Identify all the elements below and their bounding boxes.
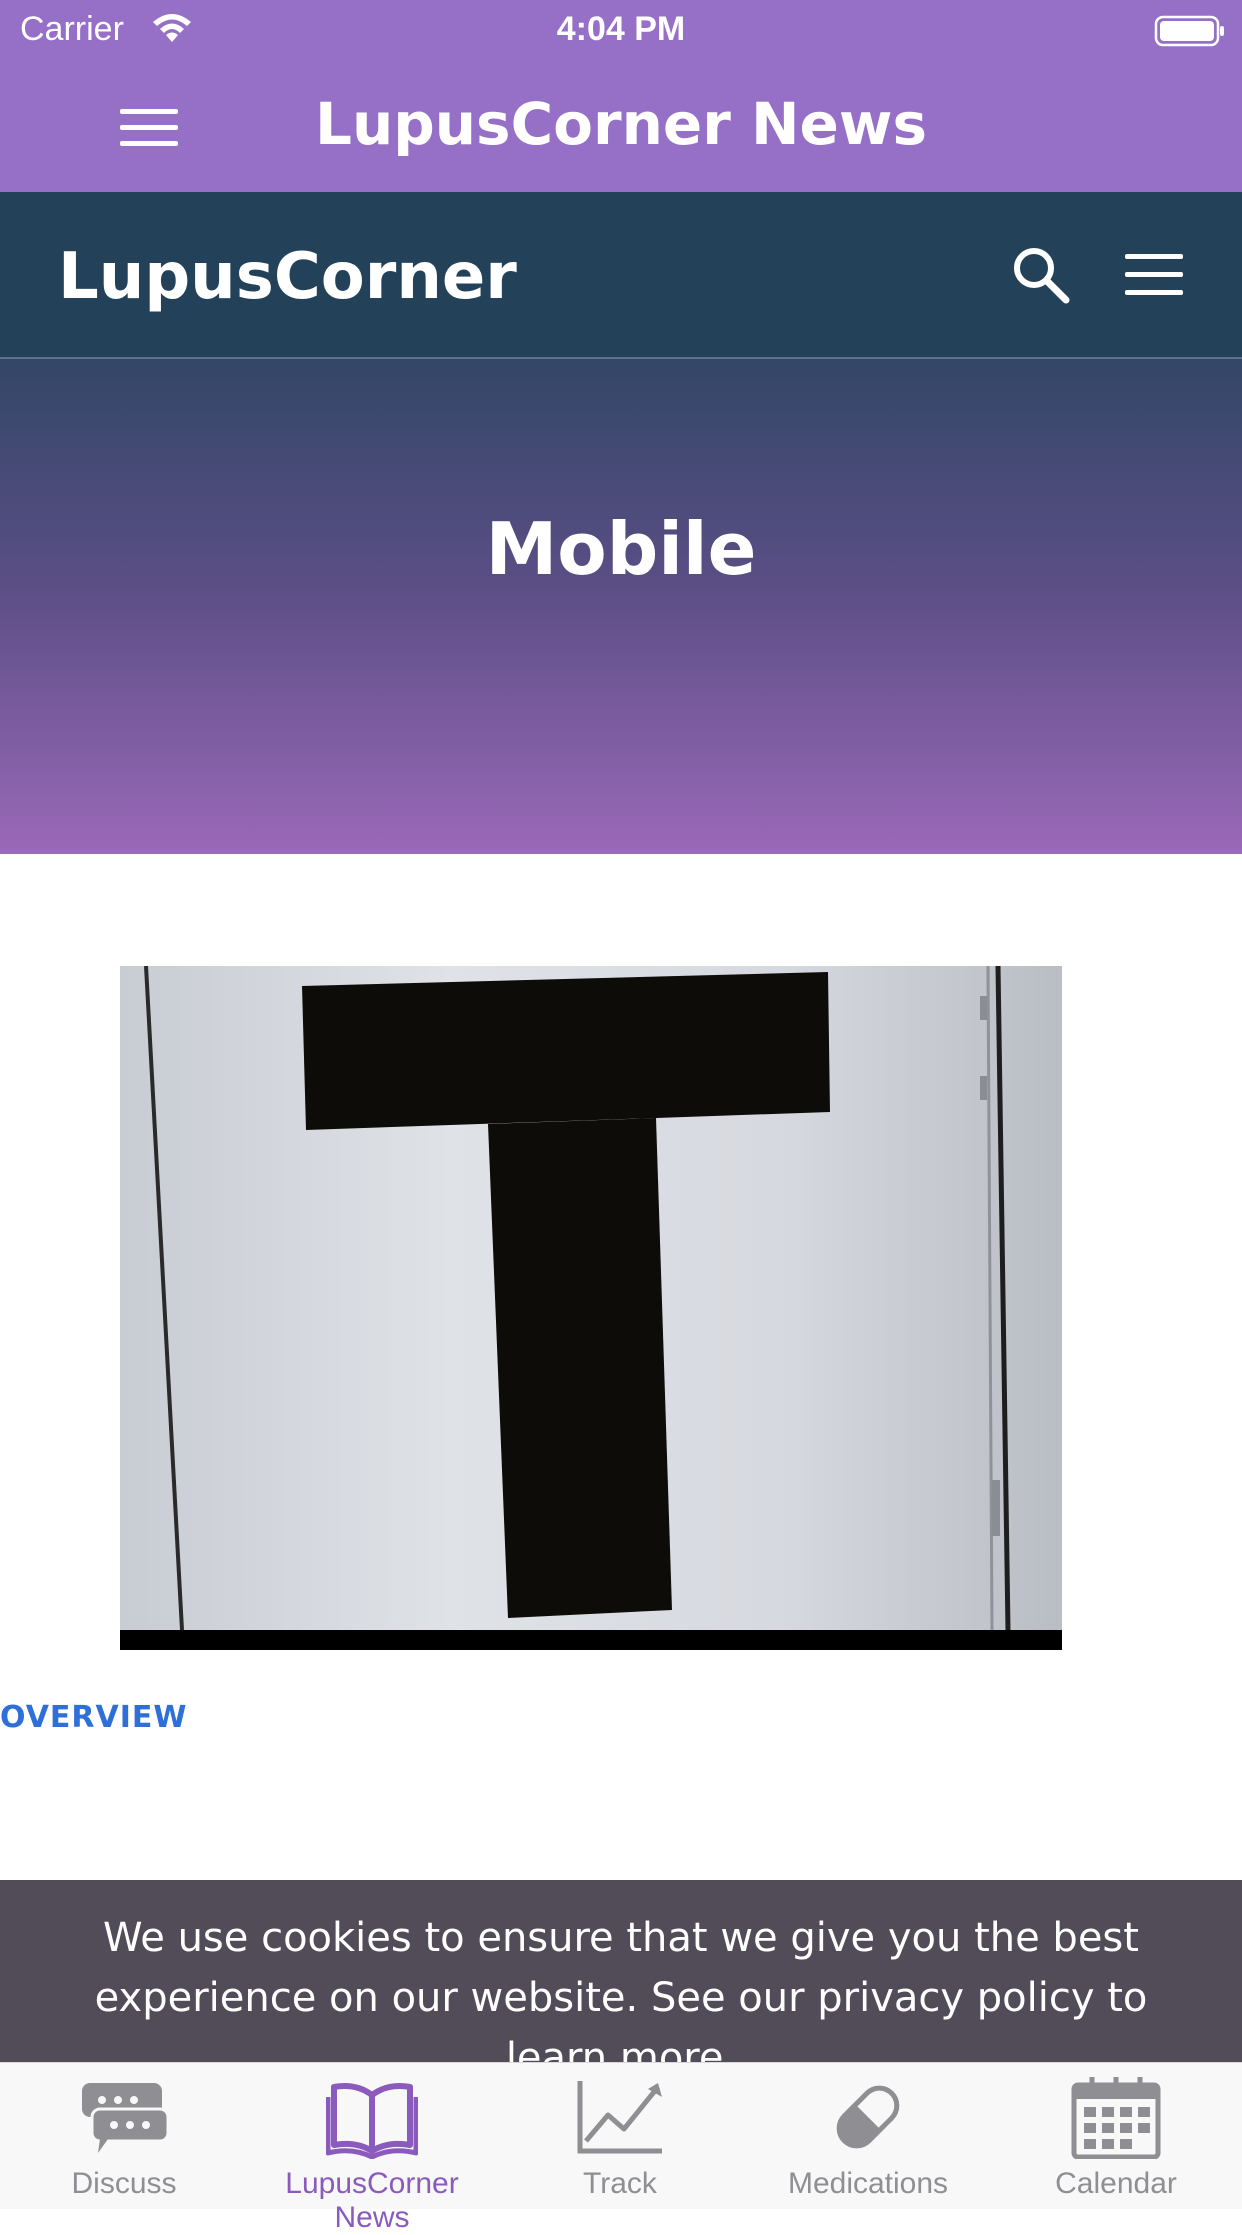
page-title: Mobile [485, 507, 757, 591]
battery-icon [1154, 15, 1224, 47]
tab-label: Calendar [1055, 2167, 1177, 2200]
cookie-banner: We use cookies to ensure that we give yo… [0, 1880, 1242, 2062]
tab-calendar[interactable]: Calendar [992, 2063, 1240, 2209]
site-menu-icon[interactable] [1125, 252, 1183, 298]
pill-icon [836, 2085, 900, 2149]
site-header: LupusCorner [0, 192, 1242, 359]
site-logo[interactable]: LupusCorner [58, 240, 517, 314]
tab-lupuscorner-news[interactable]: LupusCorner News [248, 2063, 496, 2234]
app-title: LupusCorner News [314, 90, 927, 158]
calendar-icon [1071, 2077, 1161, 2159]
cookie-notice-text: We use cookies to ensure that we give yo… [94, 1915, 1148, 2062]
tab-discuss[interactable]: Discuss [0, 2063, 248, 2209]
overview-link[interactable]: OVERVIEW [0, 1700, 187, 1735]
line-chart-icon [577, 2081, 662, 2154]
letter-t-photo [120, 966, 1062, 1650]
tab-label: LupusCorner News [285, 2167, 459, 2234]
search-icon[interactable] [1010, 244, 1072, 306]
open-book-icon [326, 2083, 418, 2159]
tab-track[interactable]: Track [496, 2063, 744, 2209]
tab-label: Track [583, 2167, 657, 2200]
app-navigation-bar: LupusCorner News [0, 62, 1242, 192]
tab-label: Medications [787, 2167, 949, 2200]
status-time: 4:04 PM [556, 10, 686, 48]
status-bar: Carrier 4:04 PM [0, 0, 1242, 62]
tab-medications[interactable]: Medications [744, 2063, 992, 2209]
article-image [120, 966, 1062, 1650]
hero-banner: Mobile [0, 359, 1242, 854]
chat-bubbles-icon [82, 2083, 170, 2153]
tab-label: Discuss [71, 2167, 177, 2200]
tab-bar: Discuss LupusCorner News Track Medicatio… [0, 2062, 1242, 2234]
